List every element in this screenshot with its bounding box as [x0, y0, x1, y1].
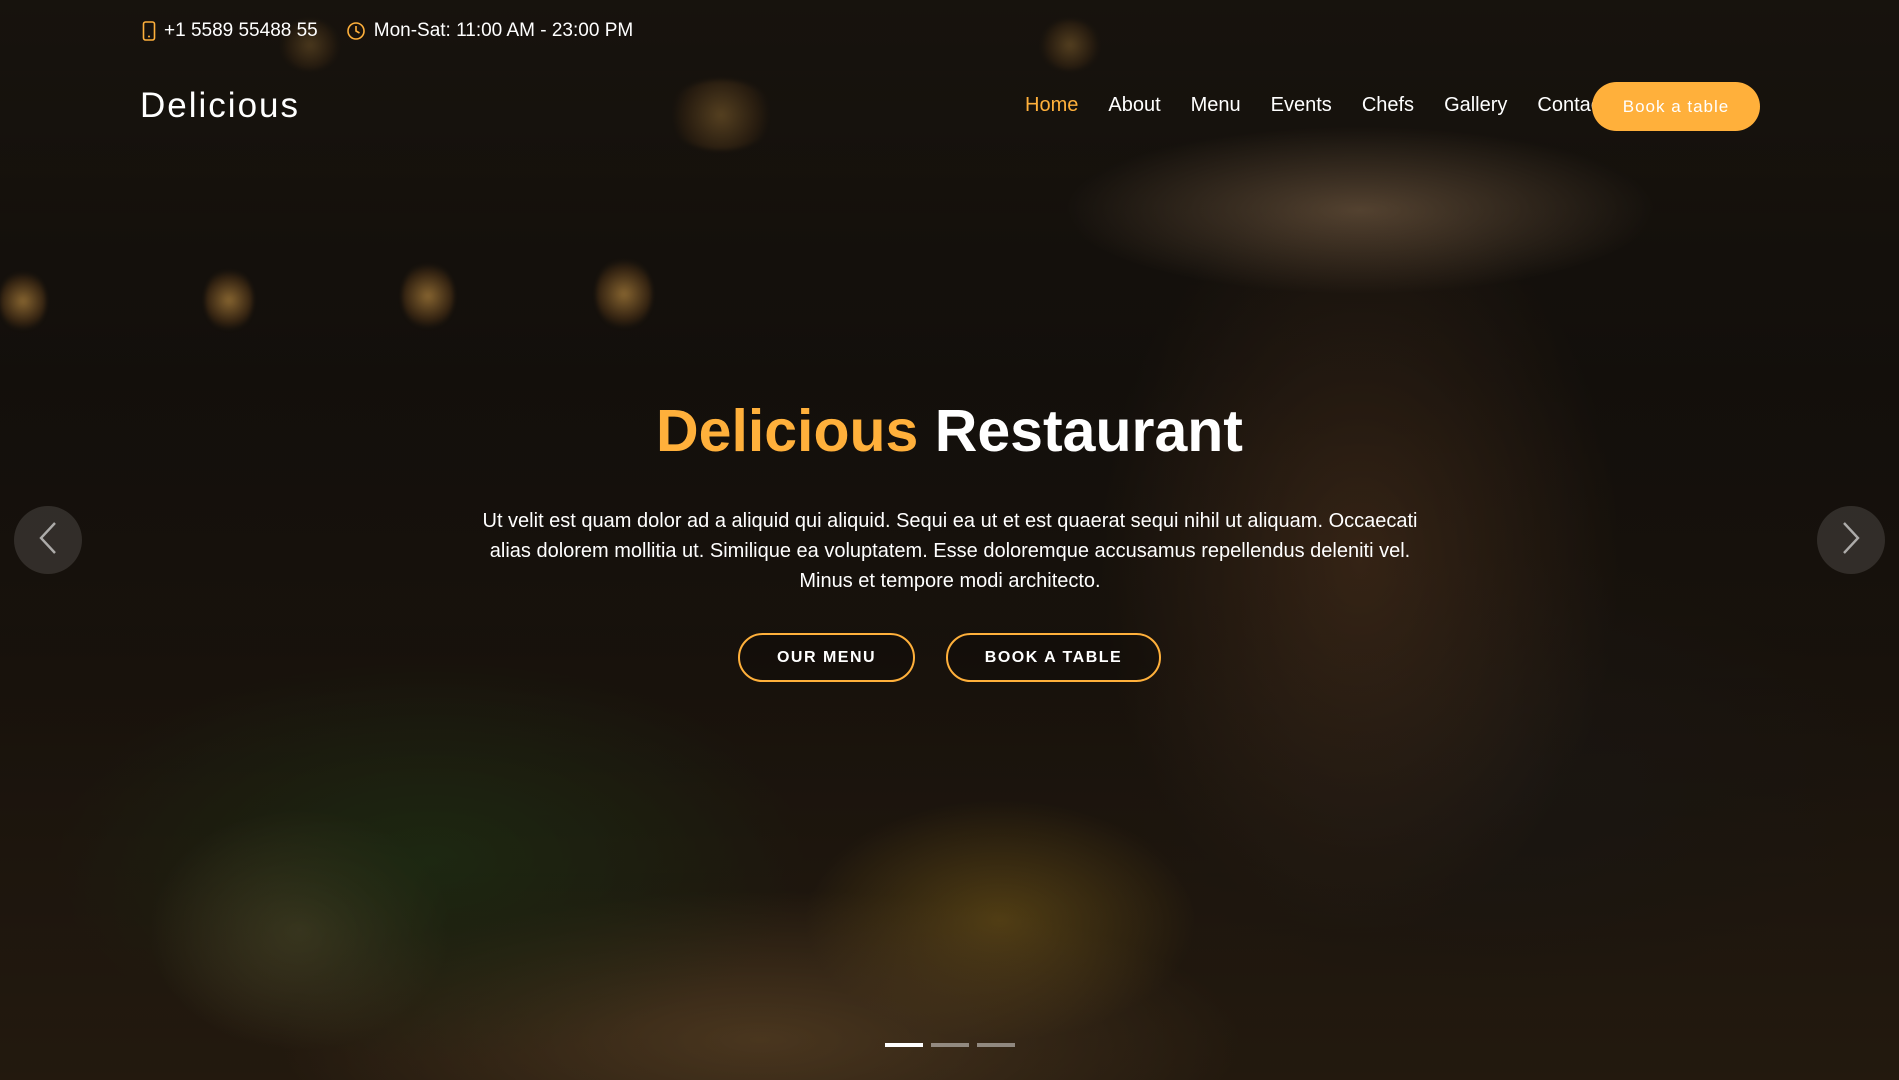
topbar: +1 5589 55488 55 Mon-Sat: 11:00 AM - 23:…	[142, 18, 633, 44]
hero-title: Delicious Restaurant	[0, 397, 1899, 465]
book-table-button[interactable]: Book a table	[1592, 82, 1760, 131]
phone-icon	[142, 21, 156, 41]
main-nav: Home About Menu Events Chefs Gallery Con…	[1010, 94, 1621, 117]
nav-chefs[interactable]: Chefs	[1347, 94, 1429, 117]
nav-about[interactable]: About	[1093, 94, 1175, 117]
topbar-phone: +1 5589 55488 55	[142, 20, 318, 42]
nav-menu[interactable]: Menu	[1176, 94, 1256, 117]
hours-text: Mon-Sat: 11:00 AM - 23:00 PM	[373, 20, 634, 41]
hero-title-rest: Restaurant	[934, 398, 1243, 464]
carousel-indicator[interactable]	[931, 1043, 969, 1047]
phone-text: +1 5589 55488 55	[164, 20, 318, 41]
carousel-indicator[interactable]	[885, 1043, 923, 1047]
clock-icon	[346, 21, 366, 41]
carousel-indicator[interactable]	[977, 1043, 1015, 1047]
hero-description: Ut velit est quam dolor ad a aliquid qui…	[482, 510, 1418, 592]
carousel-prev-button[interactable]	[14, 506, 82, 574]
chevron-right-icon	[1840, 520, 1862, 561]
nav-home[interactable]: Home	[1010, 94, 1093, 117]
chevron-left-icon	[37, 520, 59, 561]
nav-gallery[interactable]: Gallery	[1429, 94, 1522, 117]
nav-events[interactable]: Events	[1256, 94, 1347, 117]
topbar-hours: Mon-Sat: 11:00 AM - 23:00 PM	[346, 20, 633, 42]
carousel-indicators	[885, 1043, 1015, 1047]
book-a-table-button[interactable]: BOOK A TABLE	[946, 633, 1161, 682]
hero-section: +1 5589 55488 55 Mon-Sat: 11:00 AM - 23:…	[0, 0, 1899, 1080]
site-logo[interactable]: Delicious	[140, 86, 300, 126]
our-menu-button[interactable]: OUR MENU	[738, 633, 915, 682]
hero-title-accent: Delicious	[656, 398, 919, 464]
carousel-next-button[interactable]	[1817, 506, 1885, 574]
